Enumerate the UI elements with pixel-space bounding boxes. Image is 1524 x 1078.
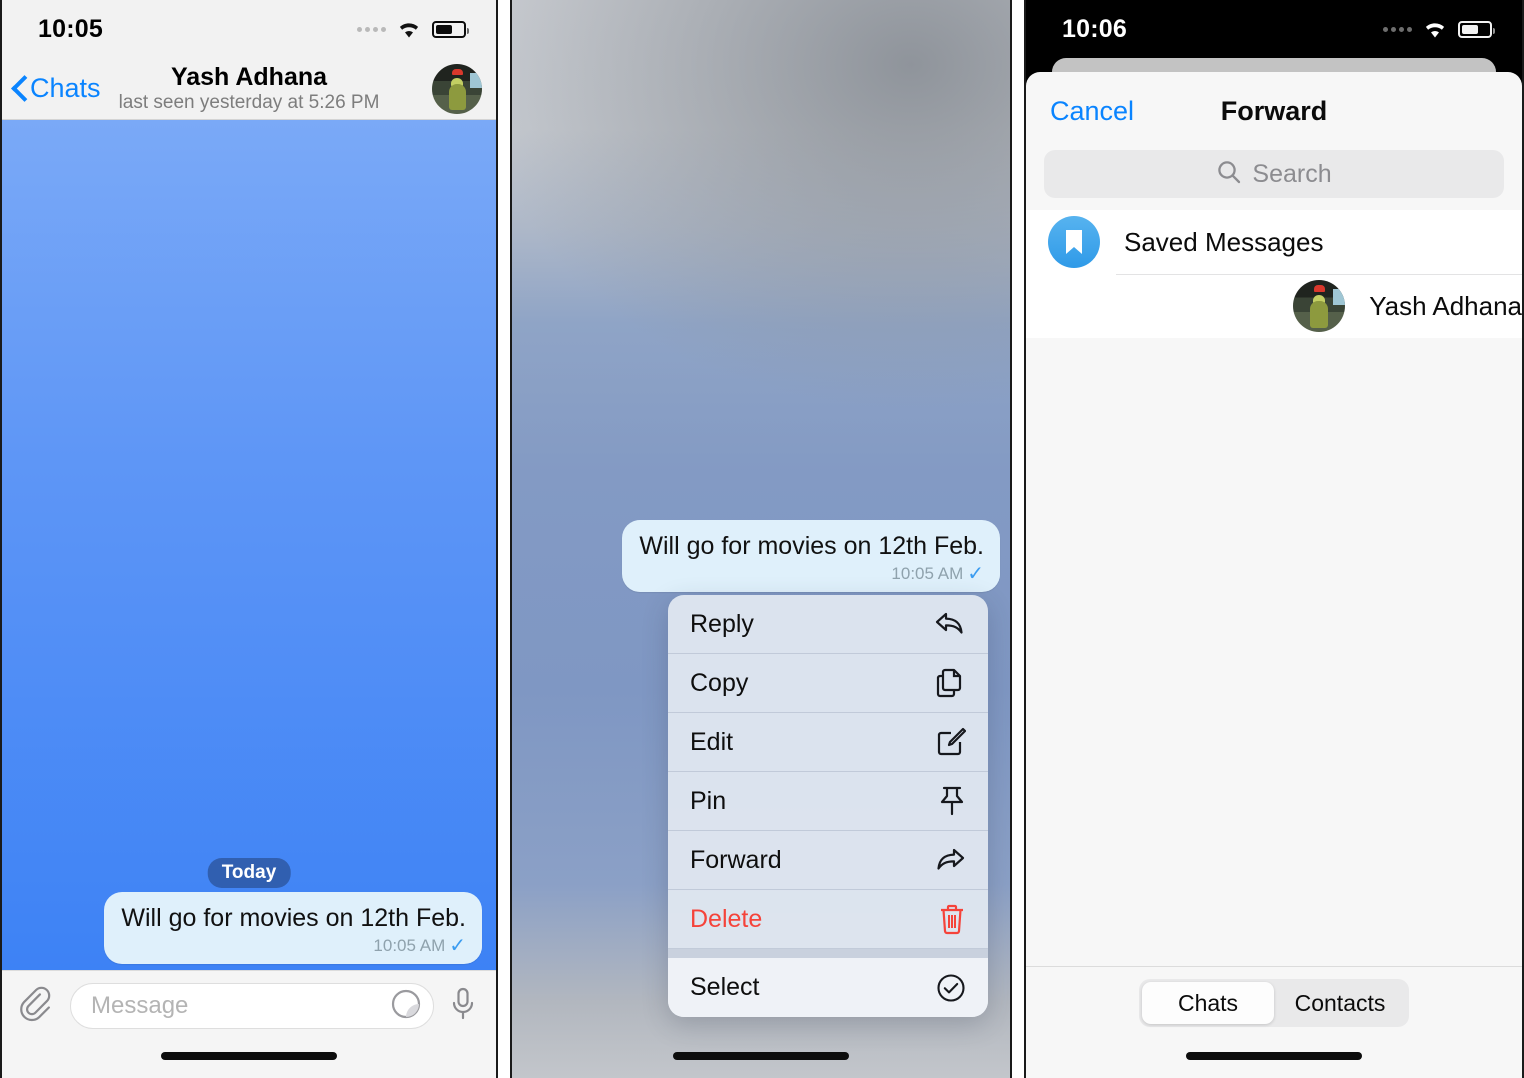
highlighted-message-wrap: Will go for movies on 12th Feb. 10:05 AM…	[622, 520, 1000, 592]
status-indicators	[357, 19, 469, 39]
message-time: 10:05 AM	[891, 564, 964, 583]
panel-context-menu: Will go for movies on 12th Feb. 10:05 AM…	[510, 0, 1012, 1078]
message-input-placeholder: Message	[91, 992, 189, 1019]
message-text: Will go for movies on 12th Feb.	[639, 532, 984, 560]
message-input[interactable]: Message	[70, 983, 434, 1029]
recipient-list: Saved Messages Yash Adhana	[1026, 210, 1522, 338]
chat-last-seen: last seen yesterday at 5:26 PM	[118, 91, 380, 113]
cancel-button[interactable]: Cancel	[1050, 96, 1134, 127]
context-item-select[interactable]: Select	[668, 958, 988, 1017]
avatar-body-detail	[1310, 300, 1329, 328]
three-panel-screenshot: 10:05 Chats Yash Adhana last seen yester…	[0, 0, 1524, 1078]
yash-adhana-avatar	[1293, 280, 1346, 332]
highlighted-message-bubble[interactable]: Will go for movies on 12th Feb. 10:05 AM…	[622, 520, 1000, 592]
avatar-bg-detail	[470, 72, 482, 88]
back-label: Chats	[30, 73, 101, 103]
chats-contacts-segmented-control: Chats Contacts	[1139, 979, 1409, 1027]
forward-sheet-header: Cancel Forward	[1026, 72, 1522, 150]
edit-icon	[932, 727, 966, 757]
avatar-hat-detail	[1314, 285, 1326, 292]
status-bar-forward: 10:06	[1026, 0, 1522, 58]
context-item-label: Copy	[690, 668, 749, 697]
context-item-label: Pin	[690, 786, 727, 815]
bottom-segment-bar: Chats Contacts	[1026, 966, 1522, 1078]
forward-sheet: Cancel Forward Search Saved Messages Yas…	[1026, 72, 1522, 1078]
status-indicators	[1383, 19, 1495, 39]
context-item-forward[interactable]: Forward	[668, 831, 988, 890]
message-read-tick-icon: ✓	[449, 935, 466, 957]
home-indicator	[1186, 1052, 1362, 1060]
battery-icon	[1458, 20, 1495, 38]
message-meta: 10:05 AM ✓	[121, 936, 466, 956]
context-item-copy[interactable]: Copy	[668, 654, 988, 713]
search-placeholder: Search	[1252, 159, 1332, 188]
list-item-yash-adhana[interactable]: Yash Adhana	[1026, 274, 1522, 338]
search-input[interactable]: Search	[1044, 150, 1504, 198]
chat-header: Chats Yash Adhana last seen yesterday at…	[2, 58, 496, 120]
context-item-pin[interactable]: Pin	[668, 772, 988, 831]
context-menu-separator	[668, 949, 988, 958]
status-bar-chat: 10:05	[2, 0, 496, 58]
wifi-icon	[395, 19, 423, 39]
bookmark-icon	[1048, 216, 1100, 268]
message-read-tick-icon: ✓	[967, 563, 984, 585]
search-icon	[1216, 159, 1242, 190]
context-item-edit[interactable]: Edit	[668, 713, 988, 772]
forward-root: 10:06 Cancel Forward Search Saved Messag…	[1026, 0, 1522, 1078]
status-time: 10:06	[1062, 14, 1127, 43]
segment-chats[interactable]: Chats	[1142, 982, 1274, 1024]
segment-contacts[interactable]: Contacts	[1274, 982, 1406, 1024]
message-text: Will go for movies on 12th Feb.	[121, 904, 466, 932]
home-indicator	[161, 1052, 337, 1060]
message-meta: 10:05 AM ✓	[639, 564, 984, 584]
chat-contact-name: Yash Adhana	[170, 62, 328, 91]
signal-dots-icon	[357, 26, 386, 32]
pin-icon	[932, 785, 966, 817]
trash-icon	[932, 903, 966, 935]
avatar-body-detail	[448, 83, 466, 110]
reply-icon	[932, 610, 966, 638]
microphone-icon[interactable]	[448, 984, 480, 1028]
context-item-label: Reply	[690, 609, 754, 638]
paperclip-icon[interactable]	[18, 984, 56, 1028]
chevron-left-icon	[12, 76, 27, 101]
copy-icon	[932, 667, 966, 699]
context-item-label: Edit	[690, 727, 734, 756]
context-item-label: Delete	[690, 904, 763, 933]
outgoing-message-bubble[interactable]: Will go for movies on 12th Feb. 10:05 AM…	[104, 892, 482, 964]
battery-icon	[432, 20, 469, 38]
bubble-tail	[988, 570, 1008, 592]
home-indicator	[673, 1052, 849, 1060]
status-time: 10:05	[38, 14, 103, 43]
day-separator: Today	[207, 858, 291, 888]
forward-icon	[932, 846, 966, 874]
avatar-bg-detail	[1332, 289, 1346, 305]
list-item-saved-messages[interactable]: Saved Messages	[1026, 210, 1522, 274]
panel-forward-sheet: 10:06 Cancel Forward Search Saved Messag…	[1024, 0, 1524, 1078]
list-item-label: Yash Adhana	[1369, 290, 1522, 321]
wifi-icon	[1421, 19, 1449, 39]
chat-message-list: Today Will go for movies on 12th Feb. 10…	[2, 120, 496, 970]
panel-chat: 10:05 Chats Yash Adhana last seen yester…	[0, 0, 498, 1078]
message-composer: Message	[2, 970, 496, 1078]
message-time: 10:05 AM	[373, 936, 446, 955]
check-circle-icon	[932, 973, 966, 1003]
contact-avatar[interactable]	[432, 63, 482, 114]
signal-dots-icon	[1383, 26, 1412, 32]
message-context-menu: Reply Copy Edit Pin Forward Delete Selec…	[668, 595, 988, 1017]
avatar-hat-detail	[452, 68, 463, 75]
bubble-tail	[470, 942, 490, 964]
context-item-delete[interactable]: Delete	[668, 890, 988, 949]
list-item-label: Saved Messages	[1124, 226, 1324, 257]
sticker-icon[interactable]	[389, 987, 423, 1026]
context-item-reply[interactable]: Reply	[668, 595, 988, 654]
back-to-chats-button[interactable]: Chats	[12, 73, 101, 104]
context-item-label: Select	[690, 973, 760, 1001]
context-item-label: Forward	[690, 845, 782, 874]
